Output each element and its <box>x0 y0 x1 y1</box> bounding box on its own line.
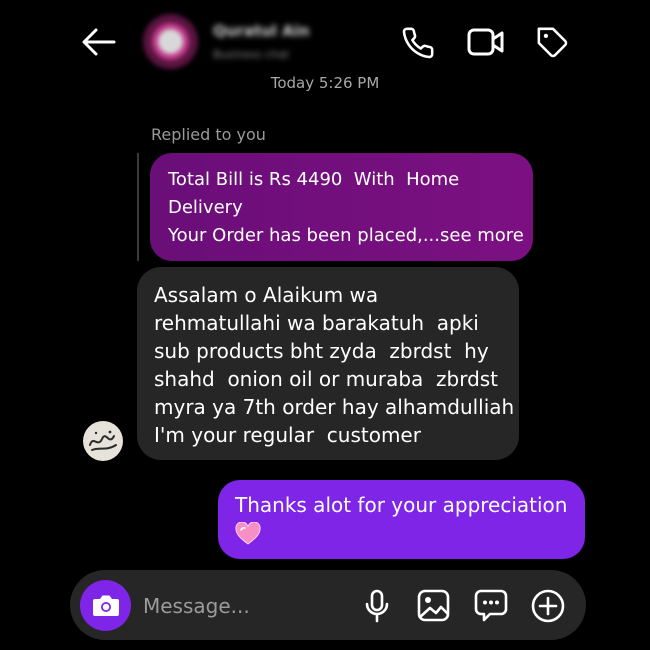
incoming-message-line: rehmatullahi wa barakatuh apki <box>154 311 479 335</box>
replied-message-bubble[interactable]: Total Bill is Rs 4490 With Home Delivery… <box>150 153 533 261</box>
camera-icon <box>92 593 120 618</box>
contact-status: Business chat <box>213 48 290 61</box>
reply-indicator-line <box>137 153 139 261</box>
outgoing-message-bubble[interactable]: Thanks alot for your appreciation <box>218 480 585 559</box>
sender-avatar[interactable] <box>83 421 123 461</box>
camera-button[interactable] <box>80 580 131 631</box>
replied-message-line: Delivery <box>168 197 243 218</box>
phone-icon[interactable] <box>401 26 435 60</box>
contact-avatar[interactable] <box>143 14 198 69</box>
back-arrow-icon[interactable] <box>82 28 116 56</box>
sticker-icon[interactable] <box>474 589 508 622</box>
incoming-message-line: Assalam o Alaikum wa <box>154 283 379 307</box>
replied-message-line: Your Order has been placed,...see more <box>168 225 524 246</box>
incoming-message-line: sub products bht zyda zbrdst hy <box>154 339 489 363</box>
pink-heart-icon <box>235 522 261 546</box>
replied-message-line: Total Bill is Rs 4490 With Home <box>168 169 460 190</box>
incoming-message-line: shahd onion oil or muraba zbrdst <box>154 367 499 391</box>
outgoing-message-text: Thanks alot for your appreciation <box>235 493 568 517</box>
contact-name[interactable]: Quratul Ain <box>213 22 323 42</box>
gallery-icon[interactable] <box>417 589 450 622</box>
plus-icon[interactable] <box>531 589 565 623</box>
message-input[interactable] <box>143 592 343 620</box>
incoming-message-line: I'm your regular customer <box>154 423 421 447</box>
message-timestamp: Today 5:26 PM <box>270 74 380 92</box>
video-camera-icon[interactable] <box>467 27 505 57</box>
tag-icon[interactable] <box>536 26 570 60</box>
incoming-message-line: myra ya 7th order hay alhamdulliah <box>154 395 515 419</box>
reply-label: Replied to you <box>151 125 266 144</box>
microphone-icon[interactable] <box>364 589 390 623</box>
incoming-message-bubble[interactable]: Assalam o Alaikum wa rehmatullahi wa bar… <box>137 267 519 460</box>
